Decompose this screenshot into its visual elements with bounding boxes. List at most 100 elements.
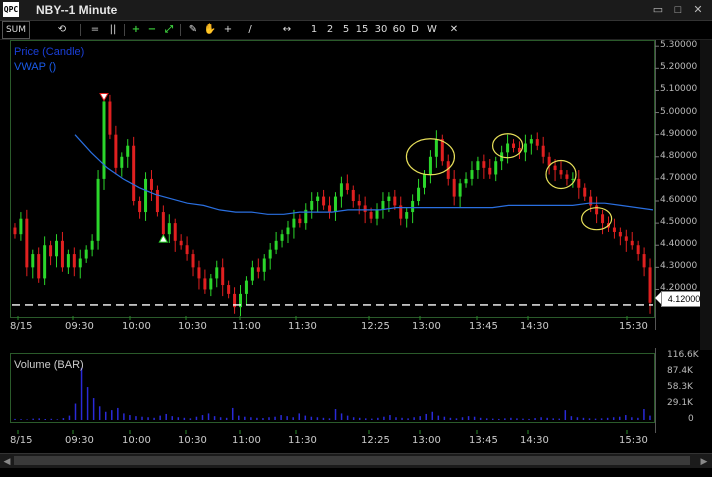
candle (203, 278, 207, 290)
scroll-right-icon[interactable]: ▶ (698, 455, 710, 467)
horizontal-scrollbar[interactable]: ◀ ▶ (0, 453, 712, 468)
price-time-label: 09:30 (65, 321, 94, 332)
candle (529, 139, 533, 144)
candle (476, 161, 480, 171)
candle (351, 189, 355, 202)
volume-time-label: 13:45 (469, 435, 498, 446)
volume-time-label: 11:30 (288, 435, 317, 446)
candle (577, 178, 581, 188)
candle (60, 240, 64, 268)
candle (393, 196, 397, 206)
candle (648, 267, 652, 303)
candle (161, 212, 165, 235)
candle (138, 201, 142, 213)
candle (630, 240, 634, 246)
legend-volume: Volume (BAR) (14, 359, 84, 371)
candle (209, 278, 213, 290)
buy-marker-icon (158, 234, 169, 243)
chart-canvas (12, 45, 659, 434)
candle (43, 245, 47, 279)
price-time-label: 13:45 (469, 321, 498, 332)
candle (72, 254, 76, 268)
candle (328, 205, 332, 213)
candle (13, 227, 17, 235)
candle (405, 212, 409, 219)
candle (108, 101, 112, 135)
volume-time-label: 10:00 (122, 435, 151, 446)
candle (132, 145, 136, 202)
candle (19, 218, 23, 235)
price-time-label: 10:00 (122, 321, 151, 332)
candle (642, 254, 646, 268)
volume-tick-label: 116.6K (667, 350, 699, 360)
candle (244, 280, 248, 294)
candle (191, 254, 195, 268)
price-tick-label: 5.20000 (660, 62, 698, 73)
price-tick-label: 4.90000 (660, 128, 698, 139)
candle (197, 267, 201, 279)
candle (488, 167, 492, 175)
volume-tick-label: 29.1K (667, 398, 693, 409)
legend-price: Price (Candle) (14, 46, 85, 58)
candle (523, 143, 527, 153)
price-time-label: 8/15 (10, 321, 33, 332)
price-time-label: 10:30 (178, 321, 207, 332)
candle (612, 227, 616, 232)
price-tick-label: 4.60000 (660, 195, 698, 205)
candle (126, 145, 130, 157)
candle (636, 245, 640, 255)
volume-tick-label: 87.4K (667, 366, 693, 377)
volume-time-label: 09:30 (65, 435, 94, 446)
candle (55, 240, 59, 257)
candle (452, 178, 456, 197)
candle (227, 285, 231, 294)
scroll-thumb[interactable] (14, 456, 690, 465)
price-time-label: 11:00 (232, 321, 261, 332)
candle (375, 209, 379, 219)
legend-vwap: VWAP () (14, 61, 57, 73)
candle (482, 161, 486, 168)
scroll-left-icon[interactable]: ◀ (1, 455, 13, 467)
price-time-label: 13:00 (412, 321, 441, 332)
candle (601, 214, 605, 224)
price-time-label: 11:30 (288, 321, 317, 332)
candle (31, 254, 35, 268)
sell-marker-icon (99, 92, 109, 102)
candle (221, 267, 225, 286)
candle (339, 183, 343, 197)
candle (144, 178, 148, 213)
candle (541, 145, 545, 157)
candle (66, 254, 70, 268)
candle (250, 267, 254, 281)
candle (155, 189, 159, 213)
candle (618, 231, 622, 237)
candle (268, 249, 272, 259)
candle (90, 240, 94, 250)
price-tick-label: 4.30000 (660, 261, 698, 272)
candle (571, 178, 575, 180)
candle (114, 134, 118, 168)
candle (535, 139, 539, 146)
volume-time-label: 15:30 (619, 435, 648, 446)
candle (49, 245, 53, 257)
candle (322, 196, 326, 206)
candle (185, 245, 189, 255)
volume-time-label: 13:00 (412, 435, 441, 446)
volume-tick-label: 0 (688, 414, 694, 424)
candle (434, 139, 438, 157)
candle (298, 218, 302, 224)
candle (310, 201, 314, 210)
candle (96, 178, 100, 241)
price-tick-label: 5.30000 (660, 40, 698, 51)
volume-time-label: 8/15 (10, 435, 33, 446)
volume-time-label: 10:30 (178, 435, 207, 446)
volume-time-label: 11:00 (232, 435, 261, 446)
price-tick-label: 4.70000 (660, 172, 698, 183)
candle (464, 178, 468, 184)
candle (102, 101, 106, 179)
candle (381, 201, 385, 210)
candle (173, 223, 177, 241)
candle (428, 156, 432, 175)
vertical-scrollbar[interactable] (700, 40, 712, 350)
price-tick-label: 5.10000 (660, 84, 698, 95)
